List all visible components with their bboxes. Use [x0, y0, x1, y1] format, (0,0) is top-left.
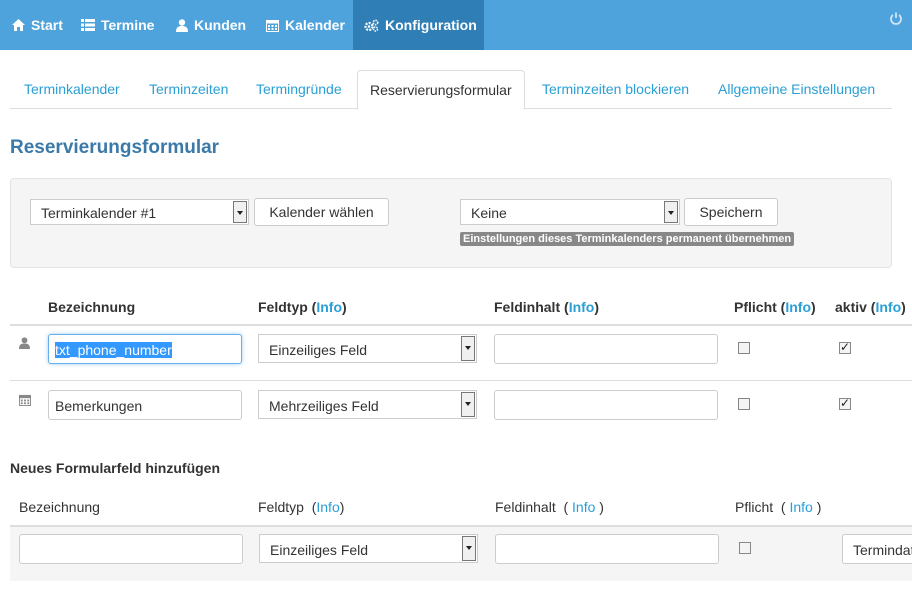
- chevron-down-icon: [461, 392, 475, 417]
- chevron-down-icon: [461, 336, 475, 361]
- info-link[interactable]: Info: [569, 299, 595, 315]
- header-bezeichnung: Bezeichnung: [48, 299, 136, 315]
- preset-select[interactable]: Keine: [460, 199, 680, 225]
- new-header-pflicht-label: Pflicht: [735, 499, 774, 515]
- field-content-input[interactable]: [494, 390, 718, 420]
- field-type-select[interactable]: Einzeiliges Feld: [258, 334, 477, 363]
- user-icon: [176, 18, 188, 32]
- nav-kunden[interactable]: Kunden: [176, 0, 246, 50]
- field-name-input[interactable]: Bemerkungen: [48, 390, 242, 420]
- new-field-type-select[interactable]: Einzeiliges Feld: [259, 534, 478, 563]
- new-header-bezeichnung: Bezeichnung: [19, 499, 100, 515]
- choose-calendar-button[interactable]: Kalender wählen: [254, 198, 389, 226]
- power-icon[interactable]: [890, 12, 902, 28]
- active-checkbox[interactable]: [839, 340, 851, 354]
- field-name-value: Bemerkungen: [55, 398, 143, 414]
- tab-termingruende[interactable]: Termingründe: [256, 70, 342, 107]
- header-feldtyp-label: Feldtyp: [258, 299, 308, 315]
- divider: [10, 324, 912, 326]
- nav-kalender-label: Kalender: [285, 17, 345, 33]
- nav-konfiguration[interactable]: Konfiguration: [353, 0, 484, 50]
- header-feldinhalt-label: Feldinhalt: [494, 299, 561, 315]
- new-header-feldinhalt: Feldinhalt ( Info ): [495, 499, 604, 515]
- header-feldinhalt: Feldinhalt (Info): [494, 299, 600, 315]
- calendar-select[interactable]: Terminkalender #1: [30, 199, 249, 225]
- new-header-feldtyp-label: Feldtyp: [258, 499, 304, 515]
- save-button[interactable]: Speichern: [684, 198, 778, 226]
- list-icon: [81, 19, 95, 31]
- new-field-content-input[interactable]: [495, 534, 719, 564]
- new-field-name-input[interactable]: [19, 534, 243, 564]
- info-link[interactable]: Info: [316, 499, 339, 515]
- header-feldtyp: Feldtyp (Info): [258, 299, 347, 315]
- chevron-down-icon: [233, 201, 247, 223]
- home-icon: [12, 19, 25, 31]
- nav-start-label: Start: [31, 17, 63, 33]
- new-field-category-select[interactable]: Termindat: [842, 534, 912, 564]
- field-type-select[interactable]: Mehrzeiliges Feld: [258, 390, 477, 419]
- tab-terminzeiten[interactable]: Terminzeiten: [149, 70, 228, 107]
- info-link[interactable]: Info: [572, 499, 595, 515]
- header-aktiv-label: aktiv: [835, 299, 867, 315]
- calendar-icon: [19, 393, 31, 409]
- new-header-feldinhalt-label: Feldinhalt: [495, 499, 556, 515]
- chevron-down-icon: [664, 201, 678, 223]
- tab-reservierungsformular[interactable]: Reservierungsformular: [357, 70, 525, 110]
- calendar-select-value: Terminkalender #1: [41, 205, 157, 221]
- tab-allgemeine-einstellungen[interactable]: Allgemeine Einstellungen: [718, 70, 875, 107]
- new-field-type-value: Einzeiliges Feld: [270, 542, 369, 558]
- field-name-input[interactable]: txt_phone_number: [48, 334, 242, 364]
- new-required-checkbox[interactable]: [739, 542, 751, 554]
- calendar-icon: [266, 19, 279, 32]
- user-icon: [19, 336, 30, 352]
- preset-select-value: Keine: [471, 205, 507, 221]
- new-header-pflicht: Pflicht ( Info ): [735, 499, 822, 515]
- new-field-category-value: Termindat: [853, 542, 912, 558]
- field-name-value: txt_phone_number: [55, 342, 172, 358]
- header-pflicht: Pflicht (Info): [734, 299, 816, 315]
- top-navbar: Start Termine Kunden Kalender Konfigurat…: [0, 0, 912, 50]
- active-checkbox[interactable]: [839, 396, 851, 410]
- nav-start[interactable]: Start: [12, 0, 63, 50]
- config-tabs: Terminkalender Terminzeiten Termingründe…: [10, 70, 892, 110]
- nav-termine[interactable]: Termine: [81, 0, 154, 50]
- header-pflicht-label: Pflicht: [734, 299, 777, 315]
- field-type-value: Einzeiliges Feld: [269, 342, 368, 358]
- divider: [10, 380, 912, 381]
- cogs-icon: [364, 18, 379, 32]
- info-link[interactable]: Info: [785, 299, 811, 315]
- header-aktiv: aktiv (Info): [835, 299, 906, 315]
- hint-badge: Einstellungen dieses Terminkalenders per…: [460, 232, 795, 246]
- info-link[interactable]: Info: [875, 299, 901, 315]
- nav-termine-label: Termine: [101, 17, 155, 33]
- nav-kunden-label: Kunden: [194, 17, 247, 33]
- required-checkbox[interactable]: [738, 342, 750, 354]
- field-type-value: Mehrzeiliges Feld: [269, 398, 379, 414]
- required-checkbox[interactable]: [738, 398, 750, 410]
- nav-konfiguration-label: Konfiguration: [385, 17, 477, 33]
- page-title: Reservierungsformular: [10, 137, 220, 158]
- new-header-feldtyp: Feldtyp (Info): [258, 499, 345, 515]
- info-link[interactable]: Info: [789, 499, 812, 515]
- new-field-title: Neues Formularfeld hinzufügen: [10, 460, 221, 476]
- tab-terminzeiten-blockieren[interactable]: Terminzeiten blockieren: [542, 70, 689, 107]
- info-link[interactable]: Info: [316, 299, 342, 315]
- field-content-input[interactable]: [494, 334, 718, 364]
- nav-kalender[interactable]: Kalender: [266, 0, 345, 50]
- chevron-down-icon: [462, 536, 476, 561]
- tab-terminkalender[interactable]: Terminkalender: [24, 70, 120, 107]
